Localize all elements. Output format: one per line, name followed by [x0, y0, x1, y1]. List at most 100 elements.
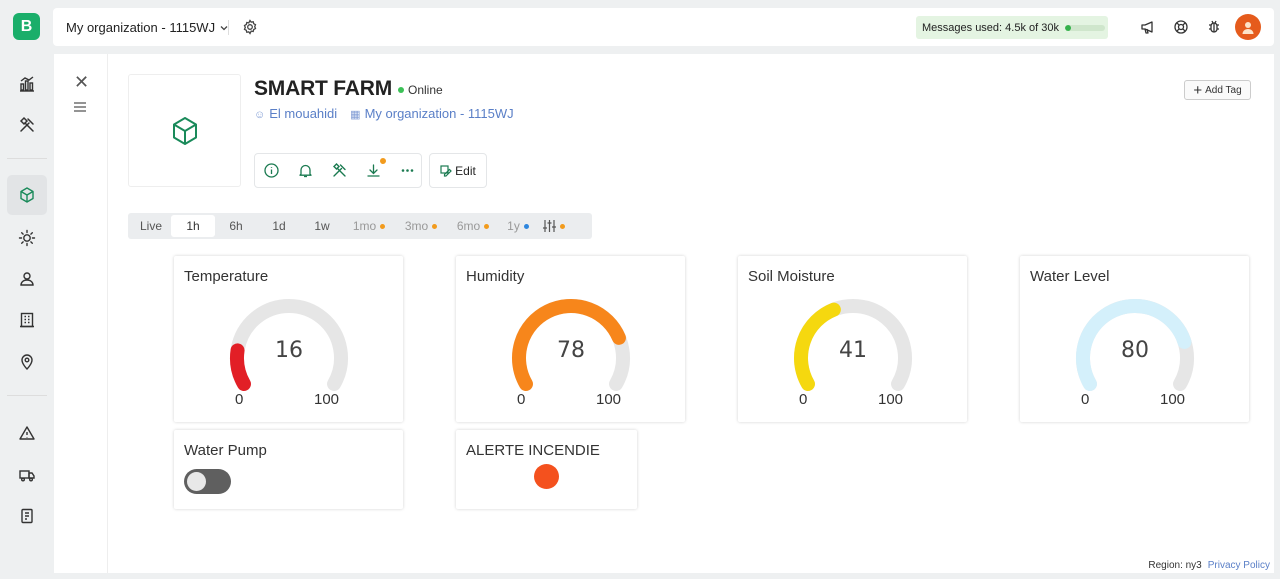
- time-range-1w[interactable]: 1w: [301, 215, 343, 237]
- close-icon[interactable]: ✕: [74, 73, 89, 91]
- user-icon: ☺: [254, 109, 266, 121]
- notifications-bell-icon[interactable]: [297, 162, 314, 179]
- widget-title: Water Level: [1030, 268, 1110, 285]
- blynk-logo[interactable]: B: [13, 13, 40, 40]
- gauge-min: 0: [799, 391, 808, 408]
- widget-title: Humidity: [466, 268, 525, 285]
- automation-sun-icon[interactable]: [18, 229, 36, 247]
- device-title: SMART FARM: [254, 77, 392, 100]
- range-indicator-dot: [484, 223, 490, 229]
- gauge-value: 41: [839, 338, 867, 363]
- messages-progress-bar: [1064, 24, 1105, 31]
- widget-title: ALERTE INCENDIE: [466, 442, 600, 459]
- download-action[interactable]: [365, 158, 386, 179]
- alerts-triangle-icon[interactable]: [18, 424, 36, 442]
- settings-gear-icon[interactable]: [242, 19, 258, 35]
- panel-divider: [107, 54, 108, 573]
- status-text: Online: [408, 83, 443, 97]
- gauge-min: 0: [1081, 391, 1090, 408]
- update-badge: [380, 158, 386, 164]
- device-thumbnail[interactable]: [128, 74, 241, 187]
- water-pump-switch[interactable]: [184, 469, 231, 494]
- gauge-value: 16: [275, 338, 303, 363]
- edit-dashboard-icon: [440, 164, 453, 177]
- switch-knob[interactable]: [187, 472, 206, 491]
- analytics-icon[interactable]: [18, 75, 36, 93]
- messages-value: 4.5k of 30k: [1005, 21, 1059, 34]
- range-indicator-dot: [432, 223, 438, 229]
- gauge-max: 100: [596, 391, 622, 408]
- footer: Region: ny3 Privacy Policy: [1148, 560, 1270, 571]
- time-range-6mo[interactable]: 6mo: [447, 215, 499, 237]
- download-icon: [367, 164, 380, 177]
- rail-divider: [7, 395, 47, 396]
- topbar-divider: [228, 20, 229, 35]
- sliders-icon: [543, 220, 556, 232]
- report-bug-icon[interactable]: [1206, 19, 1222, 35]
- gauge-min: 0: [517, 391, 526, 408]
- widget-title: Water Pump: [184, 442, 267, 459]
- add-tag-button[interactable]: + Add Tag: [1184, 80, 1251, 100]
- devices-cube-icon[interactable]: [18, 186, 36, 204]
- owner-link[interactable]: ☺ El mouahidi: [254, 106, 337, 121]
- time-range-1d[interactable]: 1d: [257, 215, 301, 237]
- gauge-value: 78: [557, 338, 585, 363]
- help-lifebuoy-icon[interactable]: [1173, 19, 1189, 35]
- edit-button[interactable]: Edit: [429, 153, 487, 188]
- messages-progress-fill: [1064, 24, 1071, 31]
- range-indicator-dot: [560, 223, 565, 229]
- range-indicator-dot: [523, 223, 529, 229]
- time-range-Live[interactable]: Live: [131, 215, 171, 237]
- gauge-value: 80: [1121, 338, 1149, 363]
- temperature-widget[interactable]: Temperature 16 0 100: [174, 256, 403, 422]
- device-cube-icon: [172, 116, 197, 145]
- gauge-max: 100: [1160, 391, 1186, 408]
- organization-link[interactable]: ▦ My organization - 1115WJ: [350, 106, 514, 121]
- tools-icon[interactable]: [18, 116, 36, 134]
- online-dot-icon: [398, 87, 404, 93]
- organization-building-icon[interactable]: [18, 311, 36, 329]
- developer-zone-icon[interactable]: [18, 507, 36, 525]
- more-options-icon[interactable]: [399, 162, 416, 179]
- messages-usage[interactable]: Messages used: 4.5k of 30k: [916, 16, 1108, 39]
- users-icon[interactable]: [18, 270, 36, 288]
- custom-range-button[interactable]: [537, 215, 571, 237]
- time-range-selector: Live 1h 6h 1d 1w 1mo 3mo 6mo 1y: [128, 213, 592, 239]
- time-range-3mo[interactable]: 3mo: [395, 215, 447, 237]
- info-icon[interactable]: [263, 162, 280, 179]
- top-bar: My organization - 1115WJ Messages used: …: [53, 8, 1274, 46]
- region-label: Region: ny3: [1148, 560, 1202, 571]
- announcements-megaphone-icon[interactable]: [1140, 19, 1156, 35]
- range-indicator-dot: [380, 223, 386, 229]
- device-panel: ✕ SMART FARM Online ☺ El mouahidi ▦ My org…: [54, 54, 1274, 573]
- water-pump-widget: Water Pump: [174, 430, 403, 509]
- delivery-truck-icon[interactable]: [18, 466, 36, 484]
- device-action-toolbar: [254, 153, 422, 188]
- device-meta: ☺ El mouahidi ▦ My organization - 1115WJ: [254, 106, 514, 121]
- organization-selector[interactable]: My organization - 1115WJ: [66, 20, 229, 35]
- humidity-widget[interactable]: Humidity 78 0 100: [456, 256, 685, 422]
- privacy-policy-link[interactable]: Privacy Policy: [1208, 560, 1270, 571]
- plus-icon: +: [1193, 81, 1203, 99]
- rail-divider: [7, 158, 47, 159]
- gauge-max: 100: [878, 391, 904, 408]
- location-pin-icon[interactable]: [18, 353, 36, 371]
- tools-wrench-icon[interactable]: [331, 162, 348, 179]
- water-level-widget[interactable]: Water Level 80 0 100: [1020, 256, 1249, 422]
- widget-title: Soil Moisture: [748, 268, 835, 285]
- gauge-min: 0: [235, 391, 244, 408]
- fire-alert-led: [534, 464, 559, 489]
- time-range-6h[interactable]: 6h: [215, 215, 257, 237]
- menu-hamburger-icon[interactable]: [74, 102, 86, 112]
- organization-name: My organization - 1115WJ: [66, 20, 216, 35]
- device-status: Online: [398, 83, 443, 97]
- messages-label: Messages used:: [922, 21, 1006, 34]
- building-icon: ▦: [350, 109, 361, 121]
- soil-moisture-widget[interactable]: Soil Moisture 41 0 100: [738, 256, 967, 422]
- user-avatar-icon: [1242, 22, 1254, 34]
- user-avatar[interactable]: [1235, 14, 1261, 40]
- time-range-1h[interactable]: 1h: [171, 215, 215, 237]
- time-range-1y[interactable]: 1y: [499, 215, 537, 237]
- time-range-1mo[interactable]: 1mo: [343, 215, 395, 237]
- gauge-max: 100: [314, 391, 340, 408]
